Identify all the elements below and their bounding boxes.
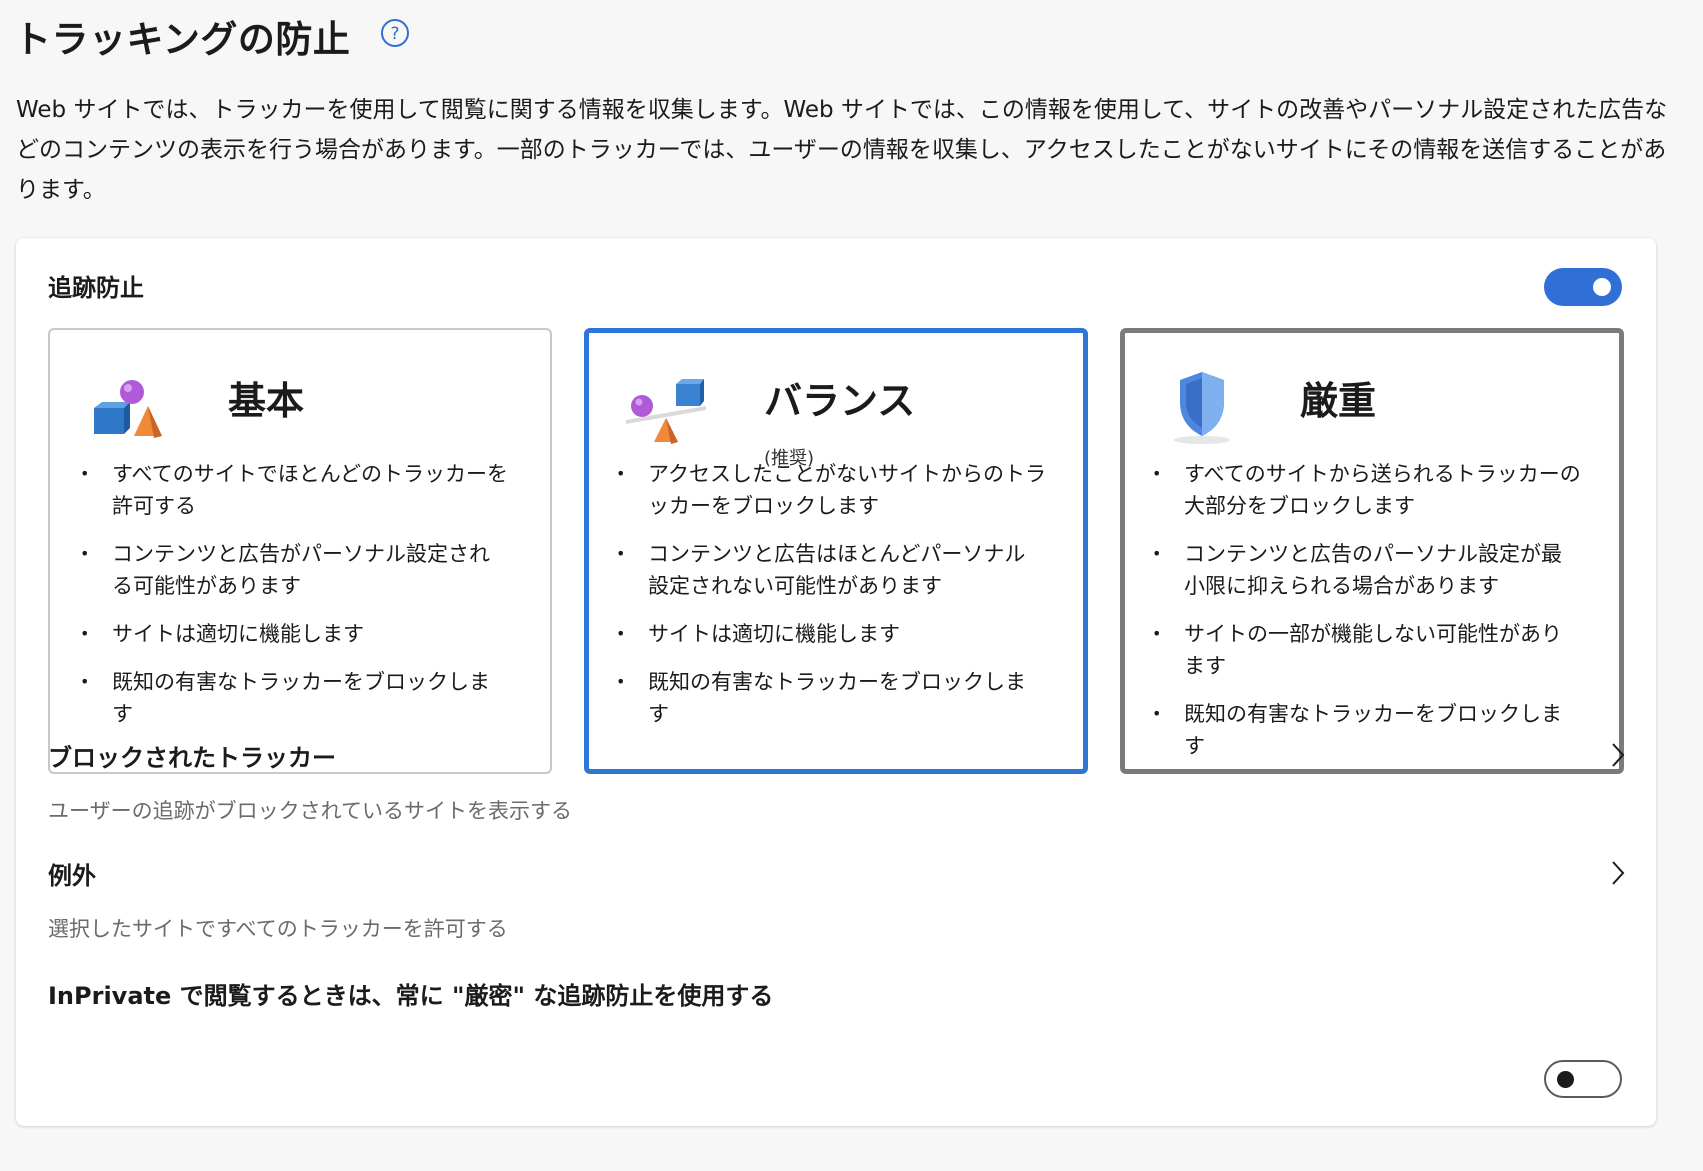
question-circle-icon[interactable]: ? [380,18,410,48]
list-item: コンテンツと広告のパーソナル設定が最小限に抑えられる場合があります [1152,538,1582,602]
list-item: すべてのサイトから送られるトラッカーの大部分をブロックします [1152,458,1582,522]
tracking-prevention-toggle[interactable] [1544,268,1622,306]
card-strict-list: すべてのサイトから送られるトラッカーの大部分をブロックします コンテンツと広告の… [1152,458,1582,778]
inprivate-strict-label: InPrivate で閲覧するときは、常に "厳密" な追跡防止を使用する [48,982,774,1010]
exceptions-title: 例外 [48,862,96,890]
card-basic-title: 基本 [228,379,305,423]
tracking-prevention-label: 追跡防止 [48,274,144,302]
blocked-trackers-subtitle: ユーザーの追跡がブロックされているサイトを表示する [48,799,572,823]
page-title: トラッキングの防止 [14,18,351,61]
inprivate-strict-toggle[interactable] [1544,1060,1622,1098]
card-strict[interactable]: 厳重 すべてのサイトから送られるトラッカーの大部分をブロックします コンテンツと… [1120,328,1624,774]
chevron-right-icon [1608,740,1628,770]
balance-scale-icon [626,366,706,446]
card-balanced-list: アクセスしたことがないサイトからのトラッカーをブロックします コンテンツと広告は… [616,458,1046,746]
list-item: アクセスしたことがないサイトからのトラッカーをブロックします [616,458,1046,522]
shapes-icon [90,366,170,446]
card-balanced[interactable]: バランス (推奨) アクセスしたことがないサイトからのトラッカーをブロックします… [584,328,1088,774]
card-balanced-header: バランス (推奨) [626,358,1046,469]
blocked-trackers-title: ブロックされたトラッカー [48,744,336,772]
card-strict-title: 厳重 [1300,379,1377,423]
exceptions-row[interactable]: 例外 選択したサイトですべてのトラッカーを許可する [48,856,1628,943]
list-item: サイトは適切に機能します [616,618,1046,650]
page-header: トラッキングの防止 ? [14,6,410,66]
page-description: Web サイトでは、トラッカーを使用して閲覧に関する情報を収集します。Web サ… [16,97,1668,203]
shield-icon [1162,366,1242,446]
card-basic[interactable]: 基本 すべてのサイトでほとんどのトラッカーを許可する コンテンツと広告がパーソナ… [48,328,552,774]
blocked-trackers-row[interactable]: ブロックされたトラッカー ユーザーの追跡がブロックされているサイトを表示する [48,738,1628,825]
list-item: 既知の有害なトラッカーをブロックします [616,666,1046,730]
list-item: コンテンツと広告がパーソナル設定される可能性があります [80,538,510,602]
card-strict-header: 厳重 [1162,358,1582,468]
card-basic-header: 基本 [90,358,510,468]
card-basic-list: すべてのサイトでほとんどのトラッカーを許可する コンテンツと広告がパーソナル設定… [80,458,510,746]
list-item: すべてのサイトでほとんどのトラッカーを許可する [80,458,510,522]
inprivate-strict-row: InPrivate で閲覧するときは、常に "厳密" な追跡防止を使用する [48,976,1628,1011]
toggle-knob [1557,1071,1574,1088]
chevron-right-icon [1608,858,1628,888]
list-item: サイトの一部が機能しない可能性があります [1152,618,1582,682]
svg-text:?: ? [391,24,400,44]
list-item: 既知の有害なトラッカーをブロックします [80,666,510,730]
toggle-knob [1593,278,1611,296]
list-item: コンテンツと広告はほとんどパーソナル設定されない可能性があります [616,538,1046,602]
tracking-prevention-panel: 追跡防止 基本 すべてのサイトでほとんどのトラッカーを許可する コンテンツと広告 [16,238,1656,1126]
card-balanced-title: バランス [764,379,916,423]
list-item: サイトは適切に機能します [80,618,510,650]
exceptions-subtitle: 選択したサイトですべてのトラッカーを許可する [48,917,508,941]
